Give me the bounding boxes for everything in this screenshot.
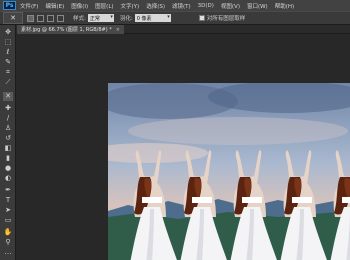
move-icon[interactable]: ✥ <box>3 28 13 37</box>
quick-select-icon[interactable]: ✎ <box>3 58 13 67</box>
menu-type[interactable]: 文字(Y) <box>121 2 140 10</box>
new-selection-icon[interactable] <box>27 14 34 22</box>
dodge-icon[interactable]: ◐ <box>3 174 13 183</box>
menu-3d[interactable]: 3D(D) <box>198 3 214 9</box>
tool-preset-picker[interactable]: ✕ <box>3 12 23 24</box>
history-brush-icon[interactable]: ↺ <box>3 134 13 143</box>
document-image[interactable] <box>108 83 350 260</box>
document-tab-title: 素材.jpg @ 66.7% (图层 1, RGB/8#) * <box>21 27 112 33</box>
feather-label: 羽化: <box>119 16 133 22</box>
intersect-selection-icon[interactable] <box>57 14 64 22</box>
magic-wand-icon: ✕ <box>10 14 16 22</box>
healing-icon[interactable]: ✚ <box>3 104 13 113</box>
menu-help[interactable]: 帮助(H) <box>275 2 294 10</box>
gradient-icon[interactable]: ▮ <box>3 154 13 163</box>
marquee-icon[interactable]: ⬚ <box>3 38 13 47</box>
sample-all-layers-checkbox[interactable] <box>198 15 205 21</box>
extra-icon[interactable]: … <box>3 248 13 257</box>
menu-view[interactable]: 视图(V) <box>221 2 240 10</box>
feather-input[interactable]: 0 像素 <box>134 14 171 22</box>
subtract-selection-icon[interactable] <box>47 14 54 22</box>
lasso-icon[interactable]: ℓ <box>3 48 13 57</box>
photo-dancers <box>108 83 350 260</box>
zoom-icon[interactable]: ⚲ <box>3 238 13 247</box>
menu-select[interactable]: 选择(S) <box>146 2 165 10</box>
menu-layer[interactable]: 图层(L) <box>95 2 113 10</box>
menu-bar: Ps 文件(F) 编辑(E) 图像(I) 图层(L) 文字(Y) 选择(S) 滤… <box>0 0 350 11</box>
shape-icon[interactable]: ▭ <box>3 216 13 225</box>
hand-icon[interactable]: ✋ <box>3 228 13 237</box>
add-selection-icon[interactable] <box>37 14 44 22</box>
brush-icon[interactable]: ∕ <box>3 114 13 123</box>
options-bar: ✕ 样式: 正常 羽化: 0 像素 对所有图层取样 <box>0 11 350 25</box>
menu-file[interactable]: 文件(F) <box>20 2 38 10</box>
stamp-icon[interactable]: ♙ <box>3 124 13 133</box>
eyedropper-icon[interactable]: ⟋ <box>3 78 13 87</box>
document-tab-bar: 素材.jpg @ 66.7% (图层 1, RGB/8#) * × <box>16 25 350 34</box>
menu-image[interactable]: 图像(I) <box>71 2 88 10</box>
close-icon[interactable]: × <box>116 27 120 33</box>
sample-all-layers-label: 对所有图层取样 <box>206 16 246 22</box>
crop-icon[interactable]: ⌗ <box>3 68 13 77</box>
menu-edit[interactable]: 编辑(E) <box>45 2 64 10</box>
style-label: 样式: <box>73 16 86 22</box>
path-select-icon[interactable]: ➤ <box>3 206 13 215</box>
toolbox: ✥ ⬚ ℓ ✎ ⌗ ⟋ ✕ ✚ ∕ ♙ ↺ ◧ ▮ ● ◐ ✒ T ➤ ▭ ✋ … <box>0 25 16 260</box>
photoshop-logo: Ps <box>3 1 16 10</box>
eraser-icon[interactable]: ◧ <box>3 144 13 153</box>
menu-window[interactable]: 窗口(W) <box>247 2 268 10</box>
magic-wand-tool-icon[interactable]: ✕ <box>3 92 13 101</box>
type-icon[interactable]: T <box>3 196 13 205</box>
style-select[interactable]: 正常 <box>87 14 114 22</box>
blur-icon[interactable]: ● <box>3 164 13 173</box>
document-tab[interactable]: 素材.jpg @ 66.7% (图层 1, RGB/8#) * × <box>17 25 124 34</box>
menu-filter[interactable]: 滤镜(T) <box>172 2 191 10</box>
pen-icon[interactable]: ✒ <box>3 186 13 195</box>
